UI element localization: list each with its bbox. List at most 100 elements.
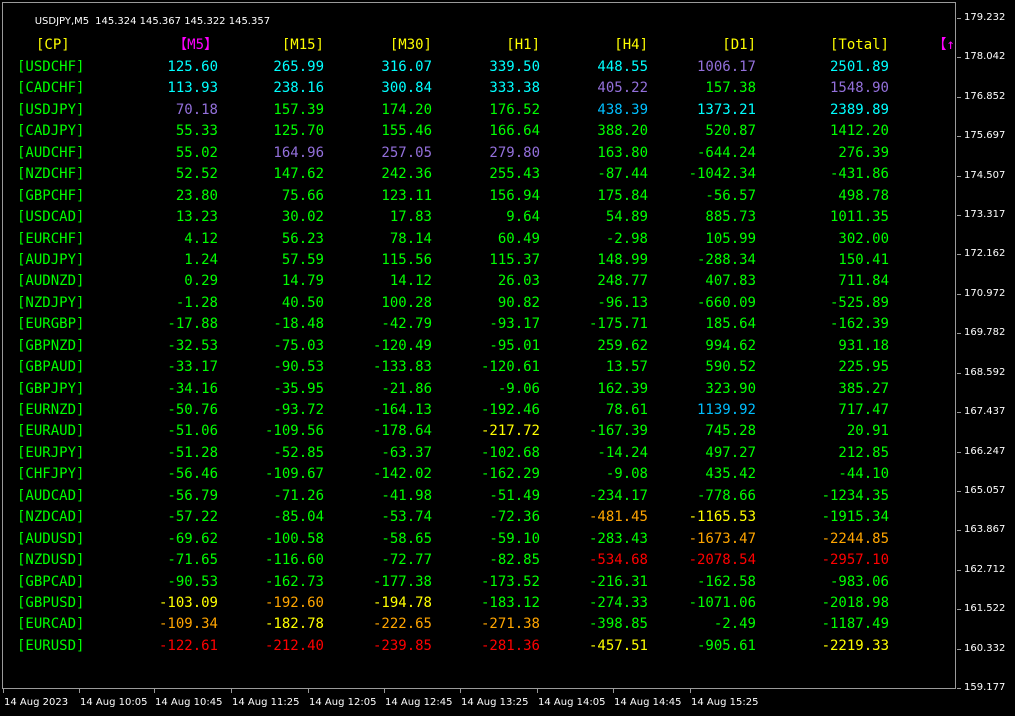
value-cell: 52.52 <box>175 166 218 182</box>
value-cell: -109.56 <box>264 423 324 439</box>
value-cell: 498.78 <box>838 188 889 204</box>
column-header: [M30] <box>389 37 432 53</box>
value-cell: -82.85 <box>489 552 540 568</box>
price-tick <box>957 97 961 98</box>
value-cell: -1165.53 <box>688 509 756 525</box>
pair-label: [EURGBP] <box>17 316 85 332</box>
value-cell: -120.61 <box>480 359 540 375</box>
value-cell: -194.78 <box>372 595 432 611</box>
pair-label: [AUDJPY] <box>17 252 85 268</box>
value-cell: -2244.85 <box>821 531 889 547</box>
chart-window[interactable]: USDJPY,M5 145.324 145.367 145.322 145.357… <box>0 0 1015 716</box>
value-cell: 711.84 <box>838 273 889 289</box>
quote-values: 145.324 145.367 145.322 145.357 <box>95 16 271 27</box>
price-tick <box>957 136 961 137</box>
value-cell: 248.77 <box>597 273 648 289</box>
column-header: [D1] <box>722 37 756 53</box>
pair-label: [EURCAD] <box>17 616 85 632</box>
value-cell: 448.55 <box>597 59 648 75</box>
time-tick <box>231 689 232 693</box>
price-label: 175.697 <box>964 130 1006 141</box>
value-cell: -167.39 <box>588 423 648 439</box>
column-header: [H1] <box>506 37 540 53</box>
price-label: 163.867 <box>964 524 1006 535</box>
pair-label: [GBPJPY] <box>17 381 85 397</box>
value-cell: -90.53 <box>167 574 218 590</box>
time-label: 14 Aug 11:25 <box>232 697 300 708</box>
pair-label: [AUDCAD] <box>17 488 85 504</box>
value-cell: 174.20 <box>381 102 432 118</box>
value-cell: -93.17 <box>489 316 540 332</box>
value-cell: -71.26 <box>273 488 324 504</box>
value-cell: -102.68 <box>480 445 540 461</box>
value-cell: -431.86 <box>829 166 889 182</box>
value-cell: -33.17 <box>167 359 218 375</box>
value-cell: -75.03 <box>273 338 324 354</box>
value-cell: 147.62 <box>273 166 324 182</box>
value-cell: 100.28 <box>381 295 432 311</box>
value-cell: -51.06 <box>167 423 218 439</box>
pair-label: [EURCHF] <box>17 231 85 247</box>
value-cell: 1.24 <box>184 252 218 268</box>
value-cell: -905.61 <box>696 638 756 654</box>
price-label: 162.712 <box>964 564 1006 575</box>
time-tick <box>537 689 538 693</box>
value-cell: 70.18 <box>175 102 218 118</box>
value-cell: 17.83 <box>389 209 432 225</box>
value-cell: -217.72 <box>480 423 540 439</box>
value-cell: -42.79 <box>381 316 432 332</box>
value-cell: 4.12 <box>184 231 218 247</box>
value-cell: 405.22 <box>597 80 648 96</box>
value-cell: -398.85 <box>588 616 648 632</box>
value-cell: -1234.35 <box>821 488 889 504</box>
value-cell: -103.09 <box>158 595 218 611</box>
value-cell: -50.76 <box>167 402 218 418</box>
value-cell: 156.94 <box>489 188 540 204</box>
value-cell: -100.58 <box>264 531 324 547</box>
price-axis[interactable]: 179.232 178.042 176.852 175.697 174.507 173.3… <box>957 0 1015 693</box>
value-cell: -212.40 <box>264 638 324 654</box>
value-cell: -239.85 <box>372 638 432 654</box>
value-cell: -56.79 <box>167 488 218 504</box>
time-axis[interactable]: 14 Aug 2023 14 Aug 10:05 14 Aug 10:45 14 Au… <box>0 689 957 716</box>
value-cell: -175.71 <box>588 316 648 332</box>
pair-label: [AUDUSD] <box>17 531 85 547</box>
price-label: 170.972 <box>964 288 1006 299</box>
value-cell: -63.37 <box>381 445 432 461</box>
time-tick <box>3 689 4 693</box>
value-cell: 2389.89 <box>829 102 889 118</box>
value-cell: -32.53 <box>167 338 218 354</box>
price-label: 160.332 <box>964 643 1006 654</box>
value-cell: 323.90 <box>705 381 756 397</box>
value-cell: 163.80 <box>597 145 648 161</box>
value-cell: 225.95 <box>838 359 889 375</box>
value-cell: -1673.47 <box>688 531 756 547</box>
value-cell: -18.48 <box>273 316 324 332</box>
value-cell: -53.74 <box>381 509 432 525</box>
value-cell: 333.38 <box>489 80 540 96</box>
price-label: 178.042 <box>964 51 1006 62</box>
value-cell: 54.89 <box>605 209 648 225</box>
value-cell: 155.46 <box>381 123 432 139</box>
value-cell: 115.37 <box>489 252 540 268</box>
value-cell: -457.51 <box>588 638 648 654</box>
pair-label: [CADJPY] <box>17 123 85 139</box>
value-cell: -56.46 <box>167 466 218 482</box>
value-cell: 157.38 <box>705 80 756 96</box>
value-cell: 238.16 <box>273 80 324 96</box>
value-cell: 1548.90 <box>829 80 889 96</box>
price-label: 166.247 <box>964 446 1006 457</box>
value-cell: -192.60 <box>264 595 324 611</box>
value-cell: -95.01 <box>489 338 540 354</box>
value-cell: -109.34 <box>158 616 218 632</box>
value-cell: -1187.49 <box>821 616 889 632</box>
value-cell: 212.85 <box>838 445 889 461</box>
value-cell: -72.36 <box>489 509 540 525</box>
value-cell: -178.64 <box>372 423 432 439</box>
price-label: 168.592 <box>964 367 1006 378</box>
value-cell: 40.50 <box>281 295 324 311</box>
value-cell: -182.78 <box>264 616 324 632</box>
pair-label: [CADCHF] <box>17 80 85 96</box>
value-cell: 26.03 <box>497 273 540 289</box>
value-cell: 2501.89 <box>829 59 889 75</box>
